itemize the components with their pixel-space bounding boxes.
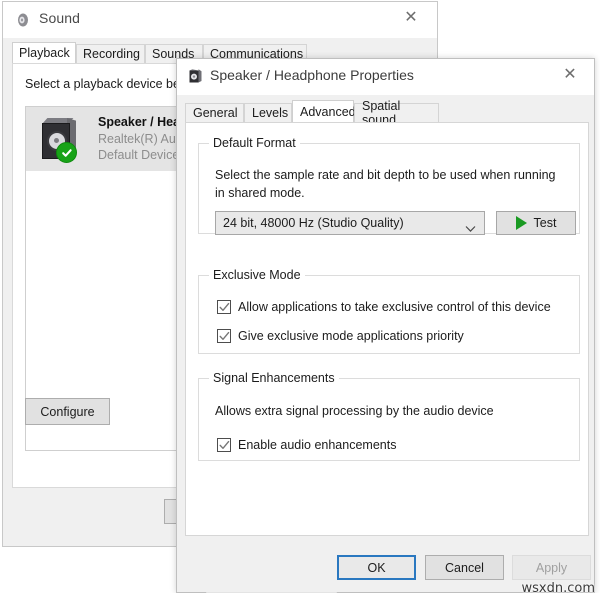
tab-spatial-sound[interactable]: Spatial sound xyxy=(354,99,439,127)
exclusive-mode-legend: Exclusive Mode xyxy=(213,268,301,282)
sound-window-title: Sound xyxy=(39,10,80,26)
watermark: wsxdn.com xyxy=(521,581,596,596)
checkbox-allow-exclusive-control-label: Allow applications to take exclusive con… xyxy=(238,300,551,314)
cancel-button[interactable]: Cancel xyxy=(425,555,504,580)
checkbox-exclusive-priority[interactable]: Give exclusive mode applications priorit… xyxy=(217,329,464,343)
checkbox-icon xyxy=(217,300,231,314)
test-button[interactable]: Test xyxy=(496,211,576,235)
play-icon xyxy=(515,216,527,230)
tab-advanced[interactable]: Advanced xyxy=(292,100,356,122)
checkbox-enable-audio-enhancements[interactable]: Enable audio enhancements xyxy=(217,438,396,452)
signal-enhancements-group: Signal Enhancements Allows extra signal … xyxy=(198,371,580,461)
signal-enhancements-description: Allows extra signal processing by the au… xyxy=(215,404,494,418)
tab-playback[interactable]: Playback xyxy=(12,42,76,63)
checkbox-exclusive-priority-label: Give exclusive mode applications priorit… xyxy=(238,329,464,343)
sound-window-titlebar: Sound ✕ xyxy=(3,2,437,38)
tab-recording-label: Recording xyxy=(83,47,140,61)
apply-button[interactable]: Apply xyxy=(512,555,591,580)
apply-button-label: Apply xyxy=(535,560,568,575)
tab-general-label: General xyxy=(193,106,238,120)
default-device-check-icon xyxy=(56,142,77,163)
sample-rate-value: 24 bit, 48000 Hz (Studio Quality) xyxy=(223,216,404,230)
configure-button[interactable]: Configure xyxy=(25,398,110,425)
speaker-properties-dialog: Speaker / Headphone Properties ✕ General… xyxy=(176,58,595,596)
checkbox-icon xyxy=(217,329,231,343)
speaker-icon xyxy=(187,68,204,85)
ok-button-label: OK xyxy=(367,560,386,575)
checkbox-icon xyxy=(217,438,231,452)
speaker-icon xyxy=(15,11,33,29)
chevron-down-icon xyxy=(465,220,476,232)
checkbox-allow-exclusive-control[interactable]: Allow applications to take exclusive con… xyxy=(217,300,551,314)
close-icon[interactable]: ✕ xyxy=(389,2,433,34)
default-format-description: Select the sample rate and bit depth to … xyxy=(215,168,556,201)
screenshot-root: Sound ✕ Playback Recording Sounds Commun… xyxy=(0,0,600,599)
checkbox-enable-audio-enhancements-label: Enable audio enhancements xyxy=(238,438,397,452)
default-format-group: Default Format Select the sample rate an… xyxy=(198,136,580,235)
advanced-tab-page: Default Format Select the sample rate an… xyxy=(185,122,589,596)
playback-hint-text: Select a playback device bel xyxy=(25,77,183,91)
tab-advanced-label: Advanced xyxy=(300,104,356,119)
properties-tabstrip: General Levels Advanced Spatial sound xyxy=(185,99,589,127)
configure-button-label: Configure xyxy=(40,404,95,419)
ok-button[interactable]: OK xyxy=(337,555,416,580)
tab-recording[interactable]: Recording xyxy=(76,44,145,63)
close-icon[interactable]: ✕ xyxy=(548,59,592,91)
sample-rate-dropdown[interactable]: 24 bit, 48000 Hz (Studio Quality) xyxy=(215,211,485,235)
tab-levels[interactable]: Levels xyxy=(244,103,292,122)
cancel-button-label: Cancel xyxy=(445,560,484,575)
tab-general[interactable]: General xyxy=(185,103,244,122)
speaker-device-icon xyxy=(36,115,84,163)
default-format-legend: Default Format xyxy=(213,136,296,150)
exclusive-mode-group: Exclusive Mode Allow applications to tak… xyxy=(198,268,580,354)
bottom-strip xyxy=(0,593,600,599)
tab-levels-label: Levels xyxy=(252,106,289,120)
properties-titlebar: Speaker / Headphone Properties ✕ xyxy=(177,59,594,95)
signal-enhancements-legend: Signal Enhancements xyxy=(213,371,335,385)
test-button-label: Test xyxy=(533,216,557,230)
tab-playback-label: Playback xyxy=(19,46,70,60)
properties-dialog-title: Speaker / Headphone Properties xyxy=(210,67,414,83)
